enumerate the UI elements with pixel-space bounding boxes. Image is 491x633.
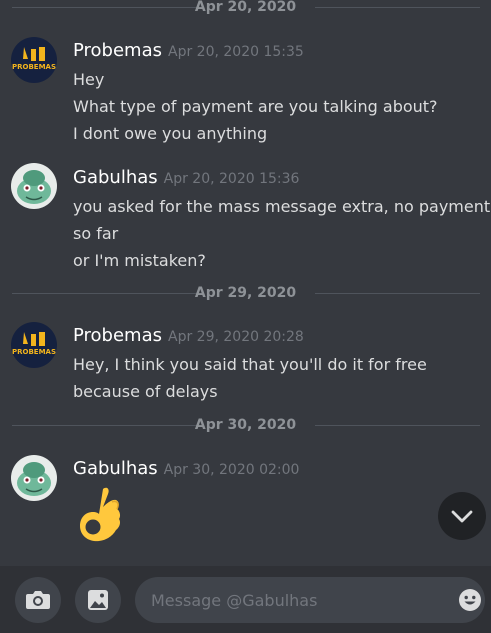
message-line: or I'm mistaken? (73, 251, 206, 270)
message-line: so far (73, 224, 119, 243)
avatar[interactable] (11, 163, 57, 209)
divider-line (315, 425, 480, 426)
message-timestamp: Apr 30, 2020 02:00 (163, 462, 300, 478)
date-divider-label: Apr 20, 2020 (194, 0, 297, 15)
message-header: Gabulhas Apr 20, 2020 15:36 (73, 167, 299, 190)
avatar-logo-text: PROBEMAS (12, 63, 56, 71)
message-header: Probemas Apr 29, 2020 20:28 (73, 325, 304, 348)
date-divider: Apr 30, 2020 (0, 415, 491, 435)
divider-line (315, 293, 480, 294)
message-timestamp: Apr 20, 2020 15:35 (168, 44, 304, 60)
message-line: you asked for the mass message extra, no… (73, 197, 491, 216)
author-name[interactable]: Gabulhas (73, 458, 158, 479)
message-header: Probemas Apr 20, 2020 15:35 (73, 40, 304, 63)
author-name[interactable]: Probemas (73, 40, 162, 61)
message-line: I dont owe you anything (73, 124, 268, 143)
camera-icon (26, 591, 50, 609)
author-name[interactable]: Probemas (73, 325, 162, 346)
date-divider: Apr 20, 2020 (0, 0, 491, 17)
chevron-down-icon (451, 510, 473, 523)
gallery-button[interactable] (75, 577, 121, 623)
avatar[interactable]: PROBEMAS (11, 322, 57, 368)
date-divider: Apr 29, 2020 (0, 283, 491, 303)
message-line: What type of payment are you talking abo… (73, 97, 438, 116)
emoji-picker-button[interactable] (458, 588, 482, 612)
scroll-to-bottom-button[interactable] (438, 492, 486, 540)
avatar[interactable] (11, 455, 57, 501)
author-name[interactable]: Gabulhas (73, 167, 158, 188)
message-input[interactable] (135, 577, 485, 623)
avatar[interactable]: PROBEMAS (11, 37, 57, 83)
message-line: Hey, I think you said that you'll do it … (73, 355, 427, 374)
message-header: Gabulhas Apr 30, 2020 02:00 (73, 458, 299, 481)
camera-button[interactable] (15, 577, 61, 623)
message-timestamp: Apr 29, 2020 20:28 (168, 329, 304, 345)
smiley-icon (459, 589, 481, 611)
avatar-logo-text: PROBEMAS (12, 348, 56, 356)
message-line: Hey (73, 70, 105, 89)
divider-line (315, 7, 480, 8)
message-timestamp: Apr 20, 2020 15:36 (163, 171, 300, 187)
message-line: because of delays (73, 382, 218, 401)
image-icon (88, 590, 108, 610)
ok-hand-emoji[interactable] (76, 485, 128, 545)
